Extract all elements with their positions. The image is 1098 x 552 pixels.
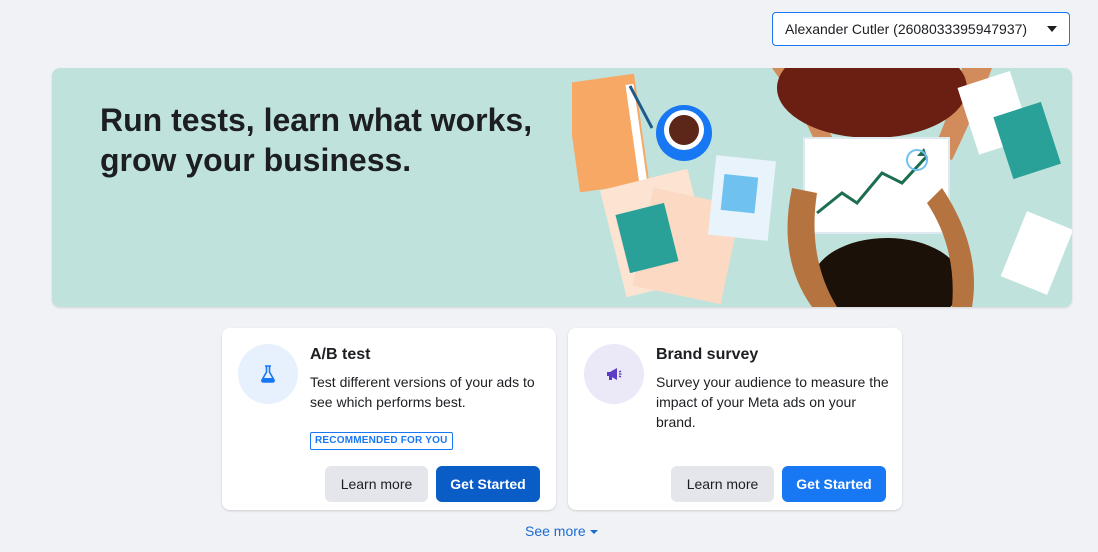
megaphone-icon [607,368,622,380]
hero-banner: Run tests, learn what works, grow your b… [52,68,1072,307]
account-selector-label: Alexander Cutler (2608033395947937) [785,21,1028,37]
see-more-link[interactable]: See more [525,523,598,539]
recommended-badge: RECOMMENDED FOR YOU [310,432,453,450]
card-description: Test different versions of your ads to s… [310,374,535,410]
chevron-down-icon [1047,26,1057,32]
brand-survey-learn-more-button[interactable]: Learn more [671,466,774,502]
ab-test-get-started-button[interactable]: Get Started [436,466,540,502]
see-more-label: See more [525,523,586,539]
account-selector[interactable]: Alexander Cutler (2608033395947937) [772,12,1070,46]
card-title: A/B test [310,346,371,363]
brand-survey-card: Brand survey Survey your audience to mea… [568,328,902,510]
ab-test-card: A/B test Test different versions of your… [222,328,556,510]
card-title: Brand survey [656,346,759,363]
flask-icon-container [238,344,298,404]
card-description: Survey your audience to measure the impa… [656,374,889,430]
ab-test-learn-more-button[interactable]: Learn more [325,466,428,502]
caret-down-icon [589,530,598,534]
hero-illustration [572,68,1072,307]
hero-title: Run tests, learn what works, grow your b… [100,102,533,178]
megaphone-icon-container [584,344,644,404]
brand-survey-get-started-button[interactable]: Get Started [782,466,886,502]
flask-icon [261,365,275,383]
